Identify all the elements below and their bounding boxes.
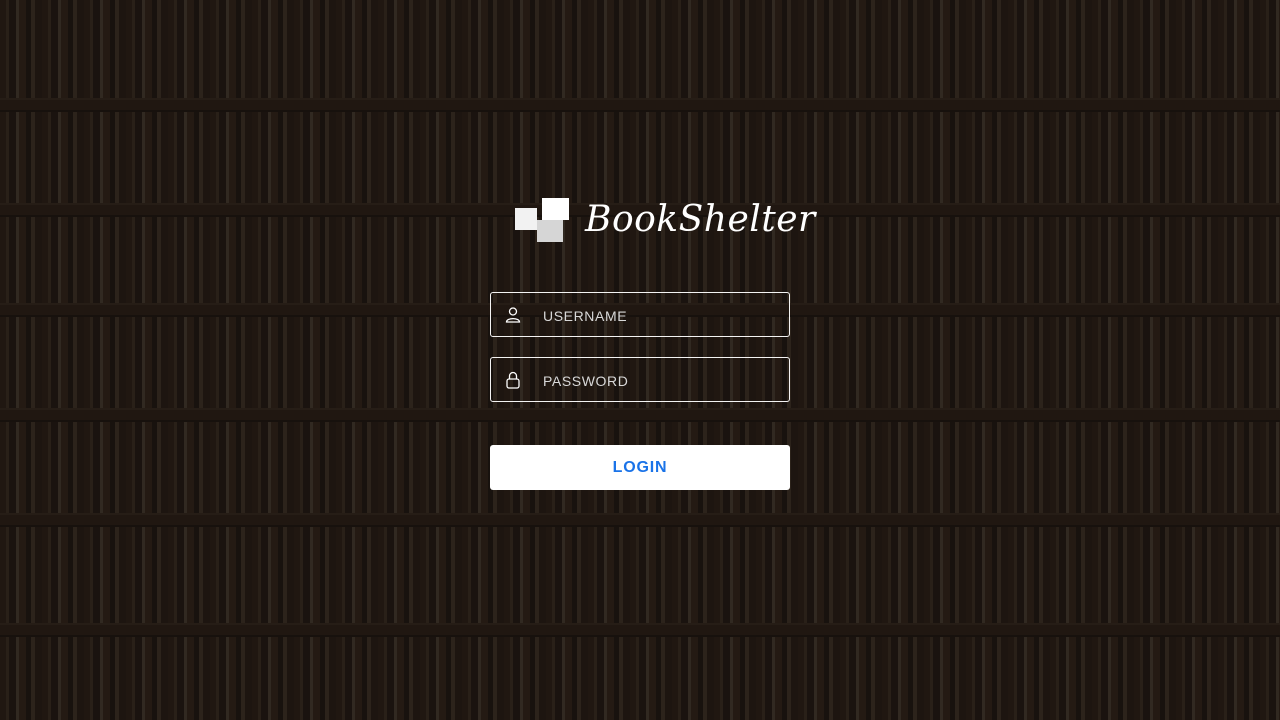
app-logo: BookShelter [515, 198, 815, 242]
logo-mark-icon [515, 198, 569, 242]
username-input[interactable] [541, 293, 785, 338]
user-icon [505, 307, 521, 323]
password-field[interactable] [490, 357, 790, 403]
password-input[interactable] [541, 358, 785, 403]
login-screen: BookShelter LOGIN [0, 0, 1280, 720]
app-title: BookShelter [585, 199, 816, 240]
username-field[interactable] [490, 292, 790, 338]
lock-icon [506, 371, 520, 389]
login-button[interactable]: LOGIN [490, 445, 790, 490]
